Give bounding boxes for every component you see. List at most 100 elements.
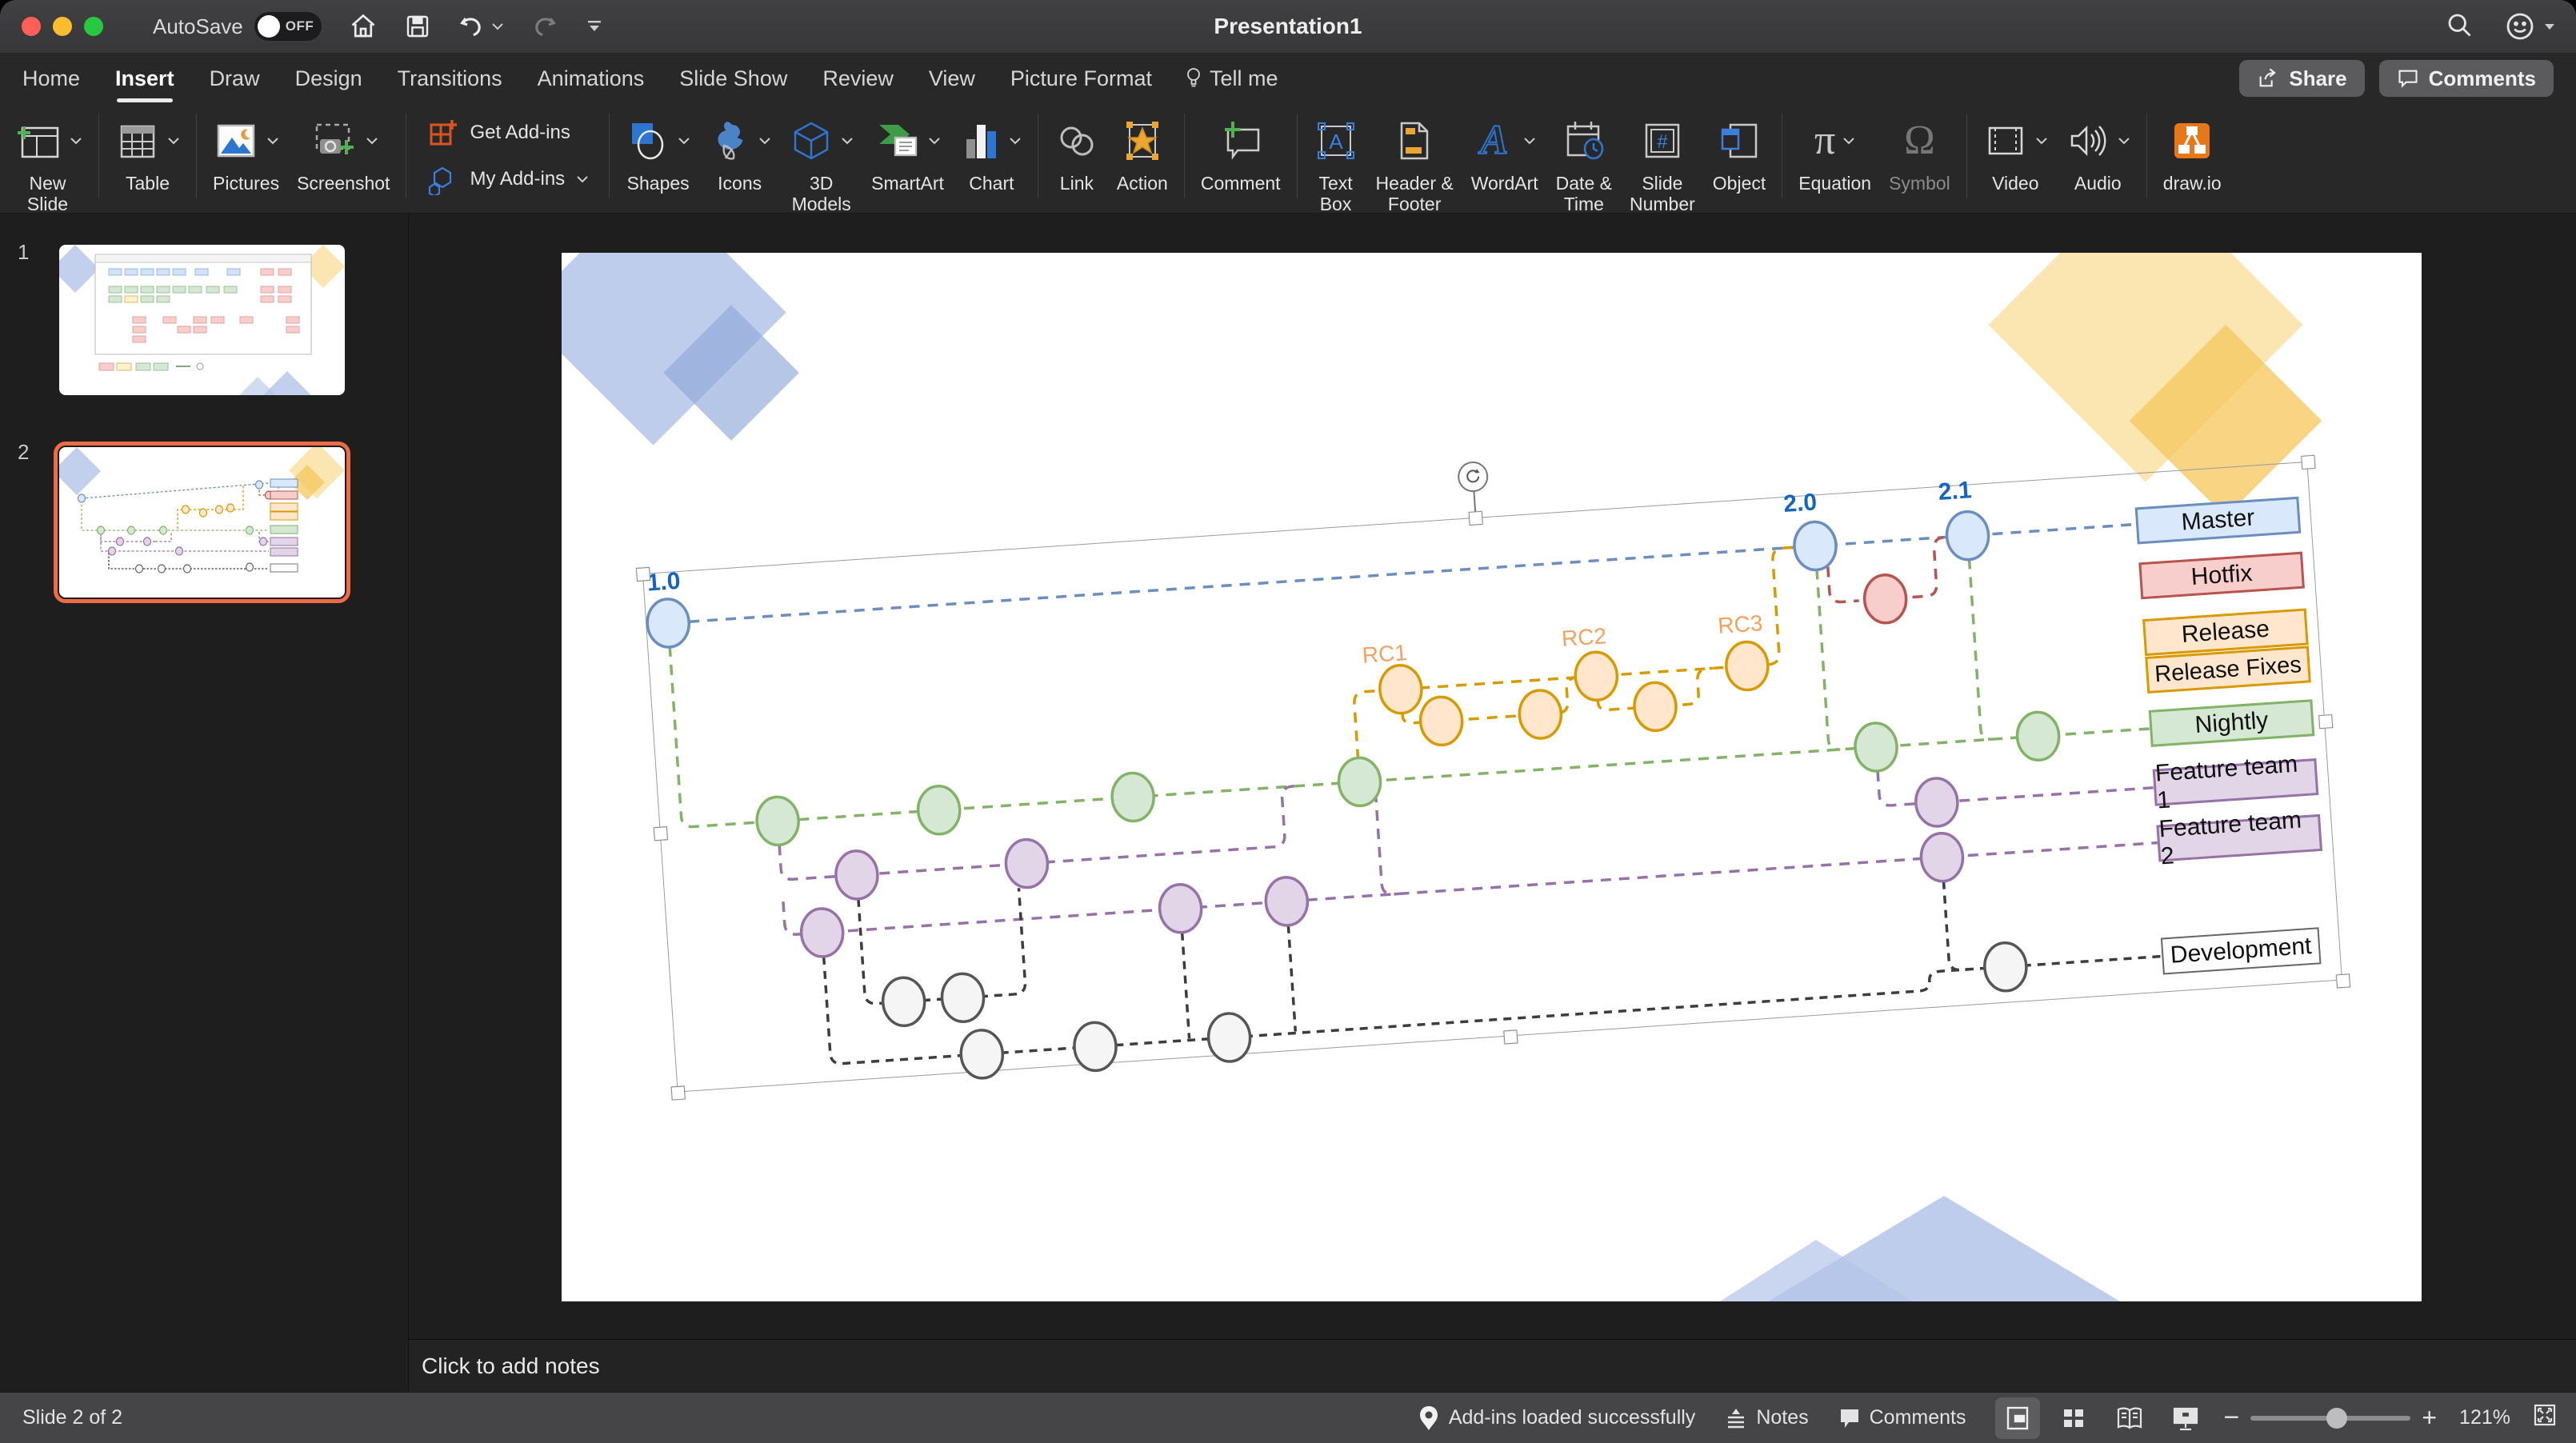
git-branch-diagram-object[interactable]: 1.0 2.0 2.1 RC1 RC2 RC3 Master Hotfix Re… — [642, 462, 2342, 1093]
comments-toggle[interactable]: Comments — [1838, 1406, 1966, 1430]
tell-me[interactable]: Tell me — [1184, 66, 1278, 91]
account-menu[interactable] — [2504, 10, 2555, 42]
slide-indicator: Slide 2 of 2 — [22, 1406, 122, 1429]
smartart-icon — [874, 118, 921, 163]
comment-plus-icon — [1217, 118, 1265, 163]
get-addins-icon — [426, 117, 458, 149]
label-feature-team-1[interactable]: Feature team 1 — [2153, 758, 2319, 806]
version-tag-2-1: 2.1 — [1938, 477, 1973, 506]
search-icon[interactable] — [2445, 10, 2474, 43]
slide-1-thumbnail[interactable] — [59, 245, 345, 395]
lightbulb-icon — [1184, 66, 1203, 90]
my-addins-button[interactable]: My Add-ins — [426, 163, 589, 195]
comments-status-icon — [1838, 1406, 1862, 1430]
3d-models-icon — [789, 118, 834, 163]
ribbon-divider — [1184, 114, 1185, 198]
reading-view-button[interactable] — [2107, 1397, 2152, 1439]
slide-2-thumbnail[interactable] — [59, 447, 345, 598]
tab-transitions[interactable]: Transitions — [398, 66, 502, 91]
rotation-handle[interactable] — [1457, 461, 1489, 493]
home-icon[interactable] — [349, 12, 378, 41]
tab-draw[interactable]: Draw — [210, 66, 260, 91]
tab-insert[interactable]: Insert — [115, 66, 174, 91]
link-icon — [1054, 118, 1099, 163]
close-button[interactable] — [22, 17, 41, 36]
tab-animations[interactable]: Animations — [538, 66, 645, 91]
pictures-button[interactable]: Pictures — [213, 112, 279, 194]
resize-handle-e[interactable] — [2318, 714, 2333, 729]
undo-icon[interactable] — [458, 13, 485, 40]
tab-view[interactable]: View — [929, 66, 975, 91]
label-feature-team-2[interactable]: Feature team 2 — [2156, 814, 2322, 862]
link-button[interactable]: Link — [1054, 112, 1099, 194]
screenshot-button[interactable]: Screenshot — [297, 112, 390, 194]
equation-button[interactable]: π Equation — [1798, 112, 1871, 194]
slide-number-button[interactable]: # Slide Number — [1630, 112, 1695, 214]
account-caret-icon — [2544, 22, 2555, 30]
save-icon[interactable] — [405, 14, 430, 39]
resize-handle-w[interactable] — [654, 826, 668, 841]
quick-access-menu-icon[interactable] — [586, 18, 603, 35]
resize-handle-ne[interactable] — [2301, 455, 2315, 470]
tab-design[interactable]: Design — [295, 66, 362, 91]
icons-button[interactable]: Icons — [708, 112, 771, 194]
table-button[interactable]: Table — [115, 112, 180, 194]
slide-sorter-view-button[interactable] — [2051, 1397, 2096, 1439]
resize-handle-sw[interactable] — [671, 1085, 686, 1100]
wordart-button[interactable]: A WordArt — [1471, 112, 1538, 194]
notes-panel[interactable]: Click to add notes — [409, 1339, 2576, 1393]
feature2-drop — [1375, 791, 1400, 895]
3d-models-button[interactable]: 3D Models — [789, 112, 854, 214]
tab-slideshow[interactable]: Slide Show — [679, 66, 787, 91]
tab-review[interactable]: Review — [822, 66, 894, 91]
resize-handle-n[interactable] — [1469, 511, 1483, 526]
dev-drop-3 — [1943, 880, 1970, 970]
notes-placeholder[interactable]: Click to add notes — [422, 1353, 600, 1379]
title-bar: AutoSave OFF Presentation1 — [0, 0, 2576, 53]
minimize-button[interactable] — [53, 17, 72, 36]
zoom-in-button[interactable]: + — [2422, 1403, 2437, 1433]
zoom-window-button[interactable] — [84, 17, 103, 36]
rc1-tag: RC1 — [1362, 640, 1408, 669]
resize-handle-nw[interactable] — [636, 567, 650, 582]
tab-picture-format[interactable]: Picture Format — [1010, 66, 1152, 91]
video-icon — [1983, 118, 2028, 163]
comments-button[interactable]: Comments — [2379, 60, 2554, 97]
chart-button[interactable]: Chart — [962, 112, 1022, 194]
object-icon — [1718, 118, 1761, 163]
object-button[interactable]: Object — [1713, 112, 1766, 194]
undo-menu-chevron[interactable] — [491, 22, 504, 30]
slideshow-view-button[interactable] — [2163, 1397, 2208, 1439]
resize-handle-se[interactable] — [2336, 973, 2350, 988]
ribbon-divider — [2146, 114, 2147, 198]
zoom-level[interactable]: 121% — [2459, 1406, 2510, 1429]
drawio-button[interactable]: draw.io — [2163, 112, 2222, 194]
audio-button[interactable]: Audio — [2066, 112, 2130, 194]
share-button[interactable]: Share — [2239, 60, 2364, 97]
date-time-button[interactable]: Date & Time — [1556, 112, 1612, 214]
autosave-toggle[interactable]: OFF — [254, 12, 322, 41]
fit-slide-button[interactable] — [2531, 1401, 2558, 1434]
nightly-merge-2-1 — [1970, 558, 1993, 740]
icons-duck-icon — [708, 118, 751, 163]
normal-view-button[interactable] — [1995, 1397, 2040, 1439]
decor-triangles-blue-bottom — [1706, 1181, 2138, 1301]
text-box-button[interactable]: A Text Box — [1314, 112, 1358, 214]
ribbon-divider — [98, 114, 99, 198]
zoom-slider[interactable] — [2250, 1416, 2410, 1421]
resize-handle-s[interactable] — [1503, 1029, 1518, 1044]
action-button[interactable]: Action — [1117, 112, 1168, 194]
zoom-slider-thumb[interactable] — [2326, 1408, 2347, 1429]
notes-toggle[interactable]: Notes — [1724, 1406, 1808, 1430]
shapes-button[interactable]: Shapes — [626, 112, 690, 194]
smartart-button[interactable]: SmartArt — [871, 112, 944, 194]
new-slide-button[interactable]: New Slide — [13, 112, 82, 214]
video-button[interactable]: Video — [1983, 112, 2048, 194]
hotfix-branch-merge — [1909, 537, 1954, 597]
zoom-out-button[interactable]: − — [2224, 1402, 2240, 1433]
tab-home[interactable]: Home — [22, 66, 80, 91]
comment-button[interactable]: Comment — [1201, 112, 1281, 194]
get-addins-button[interactable]: Get Add-ins — [426, 117, 589, 149]
slide-canvas[interactable]: 1.0 2.0 2.1 RC1 RC2 RC3 Master Hotfix Re… — [562, 253, 2422, 1301]
header-footer-button[interactable]: Header & Footer — [1376, 112, 1454, 214]
